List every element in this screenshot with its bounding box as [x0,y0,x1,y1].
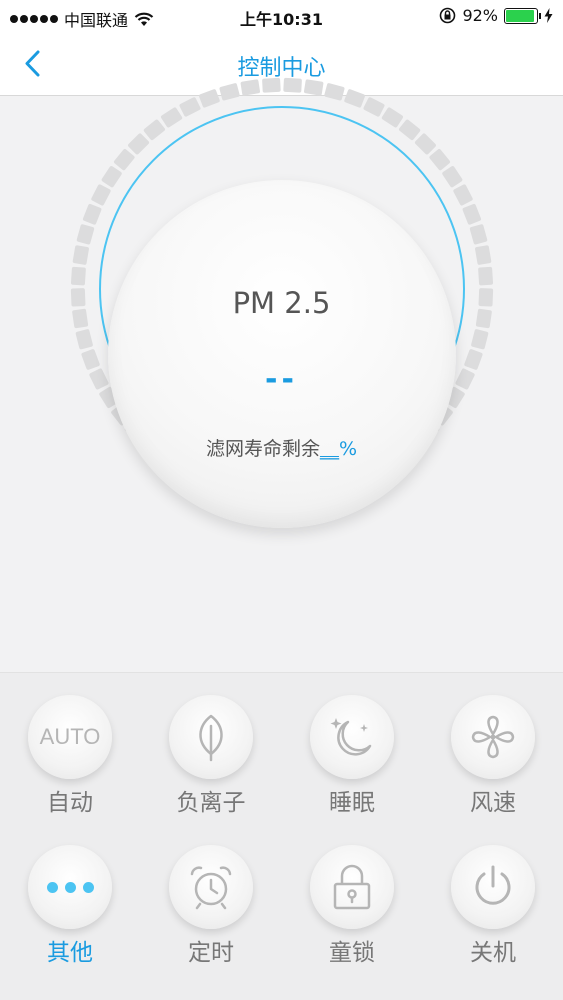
dial-tick [429,149,451,171]
more-label: 其他 [47,940,93,966]
power-label: 关机 [470,940,516,966]
auto-text: AUTO [39,724,101,749]
status-right: 92% [439,6,553,25]
dial-tick [240,79,261,96]
dial-tick [161,107,183,128]
auto-mode-label: 自动 [47,790,93,816]
battery-percent: 92% [462,6,498,25]
dial-tick [381,107,403,128]
dial-tick [262,77,281,93]
rotation-lock-icon [440,7,456,24]
dial-tick [303,79,324,96]
auto-mode-button[interactable]: AUTO 自动 [15,695,125,817]
dial-tick [143,119,165,141]
moon-stars-icon [330,718,372,756]
dial-tick [399,119,421,141]
more-dots-icon [46,881,94,893]
more-icon-wrap [28,845,112,929]
dial-tick [414,133,436,155]
sleep-button[interactable]: 睡眠 [297,695,407,817]
dial-tick [113,149,135,171]
dial-tick [283,77,302,93]
dial-tick [471,329,489,350]
pm-label: PM 2.5 [232,286,331,320]
dial-tick [324,83,345,101]
dial-tick [70,266,86,286]
timer-button[interactable]: 定时 [156,845,266,967]
wind-speed-button[interactable]: 风速 [438,695,548,817]
pm-value: -- [265,362,298,397]
lock-icon [333,864,371,910]
battery-fill [506,9,534,22]
leaf-icon [199,714,223,762]
charging-icon [544,8,553,23]
filter-life-value: __ [319,438,339,460]
power-icon [475,865,511,905]
pm-dial-face [108,180,456,528]
dial-tick [475,245,492,265]
filter-life-unit: % [338,438,358,460]
wind-speed-label: 风速 [470,790,516,816]
child-lock-label: 童锁 [329,940,375,966]
dial-tick [219,83,240,101]
dial-tick [462,203,482,225]
timer-label: 定时 [188,940,234,966]
auto-mode-icon: AUTO [28,695,112,779]
alarm-clock-icon [190,866,232,910]
dial-tick [179,97,201,117]
dial-tick [128,133,150,155]
battery-icon [504,7,541,24]
status-bar: 中国联通 上午10:31 92% [0,0,563,34]
dial-tick [76,224,95,245]
dial-tick [344,89,365,108]
more-button[interactable]: 其他 [15,845,125,967]
filter-life-label: 滤网寿命剩余 [205,438,320,460]
dial-tick [442,166,463,188]
controls-panel: AUTO 自动 负离子 睡眠 风速 其他 定时 童锁 关机 [0,672,563,1000]
dial-tick [75,329,93,350]
dial-tick [363,97,385,117]
power-button[interactable]: 关机 [438,845,548,967]
child-lock-button[interactable]: 童锁 [297,845,407,967]
dial-tick [469,224,488,245]
anion-label: 负离子 [176,790,246,816]
filter-life-text: 滤网寿命剩余__% [0,434,563,461]
dial-tick [478,266,494,286]
dial-tick [91,184,111,206]
dial-tick [101,166,122,188]
dial-tick [72,245,89,265]
fan-icon [471,715,515,759]
sleep-label: 睡眠 [329,790,375,816]
dial-tick [453,184,473,206]
dial-tick [199,89,220,108]
anion-button[interactable]: 负离子 [156,695,266,817]
dial-tick [82,203,102,225]
